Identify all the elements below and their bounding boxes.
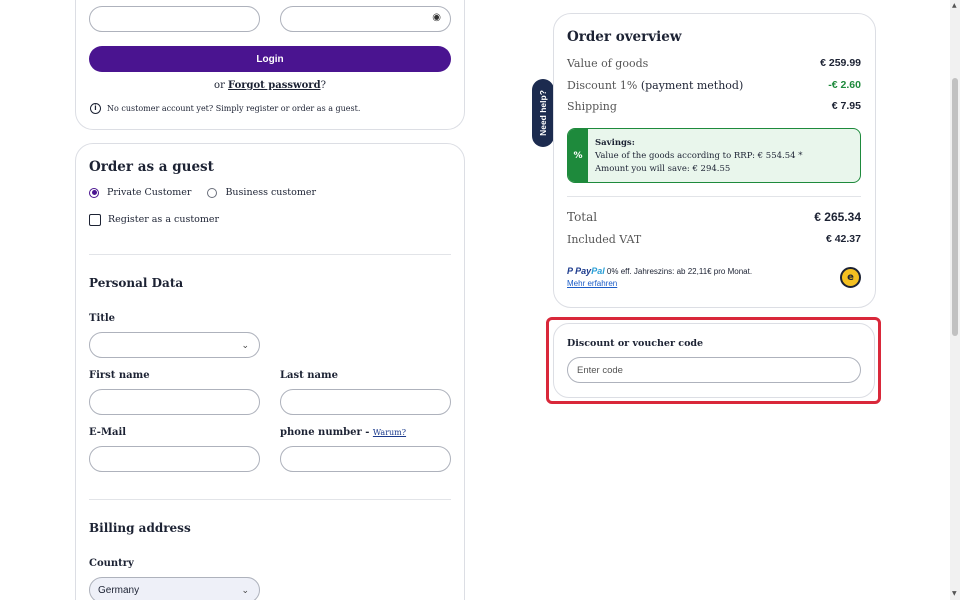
register-checkbox[interactable] <box>89 214 101 226</box>
chevron-down-icon: ⌄ <box>241 341 249 351</box>
scrollbar[interactable]: ▲ ▼ <box>950 0 960 600</box>
password-login-input[interactable]: ◉ <box>280 6 451 32</box>
country-label: Country <box>89 558 134 569</box>
no-account-hint: i No customer account yet? Simply regist… <box>90 103 360 114</box>
total-row: Total € 265.34 <box>567 210 861 224</box>
need-help-tab[interactable]: Need help? <box>532 79 554 147</box>
eye-icon[interactable]: ◉ <box>432 12 441 23</box>
email-label: E-Mail <box>89 427 127 438</box>
value-of-goods-row: Value of goods € 259.99 <box>567 57 861 70</box>
order-overview-title: Order overview <box>567 29 682 45</box>
customer-type-radios: Private Customer Business customer <box>89 187 316 198</box>
info-icon: i <box>90 103 101 114</box>
voucher-code-input[interactable]: Enter code <box>567 357 861 383</box>
shipping-row: Shipping € 7.95 <box>567 100 861 113</box>
trusted-shops-seal-icon[interactable]: e <box>840 267 861 288</box>
percent-icon: % <box>568 129 588 182</box>
why-link[interactable]: Warum? <box>373 428 406 437</box>
chevron-down-icon: ⌄ <box>241 586 249 596</box>
login-button[interactable]: Login <box>89 46 451 72</box>
voucher-label: Discount or voucher code <box>567 338 704 349</box>
divider <box>89 499 451 500</box>
divider <box>567 196 861 197</box>
billing-address-title: Billing address <box>89 521 191 535</box>
paypal-logo: P PayPal <box>567 266 605 276</box>
personal-data-title: Personal Data <box>89 276 184 290</box>
savings-box: % Savings: Value of the goods according … <box>567 128 861 183</box>
discount-row: Discount 1% (payment method) -€ 2.60 <box>567 79 861 92</box>
title-select[interactable]: ⌄ <box>89 332 260 358</box>
title-label: Title <box>89 313 116 324</box>
phone-input[interactable] <box>280 446 451 472</box>
first-name-input[interactable] <box>89 389 260 415</box>
forgot-password-line: or Forgot password? <box>214 80 326 91</box>
vat-row: Included VAT € 42.37 <box>567 233 861 246</box>
scrollbar-thumb[interactable] <box>952 78 958 336</box>
business-customer-radio[interactable] <box>207 187 218 198</box>
divider <box>89 254 451 255</box>
paypal-learn-more-link[interactable]: Mehr erfahren <box>567 279 752 288</box>
first-name-label: First name <box>89 370 150 381</box>
last-name-input[interactable] <box>280 389 451 415</box>
paypal-installment-info: P PayPal 0% eff. Jahreszins: ab 22,11€ p… <box>567 266 753 288</box>
register-label: Register as a customer <box>108 214 220 225</box>
phone-label: phone number - Warum? <box>280 427 407 438</box>
country-select[interactable]: Germany ⌄ <box>89 577 260 600</box>
scroll-up-icon[interactable]: ▲ <box>952 2 957 9</box>
email-input[interactable] <box>89 446 260 472</box>
forgot-password-link[interactable]: Forgot password <box>228 80 321 91</box>
scroll-down-icon[interactable]: ▼ <box>952 590 957 597</box>
guest-title: Order as a guest <box>89 159 214 175</box>
email-login-input[interactable] <box>89 6 260 32</box>
last-name-label: Last name <box>280 370 338 381</box>
private-customer-radio[interactable] <box>89 187 99 198</box>
